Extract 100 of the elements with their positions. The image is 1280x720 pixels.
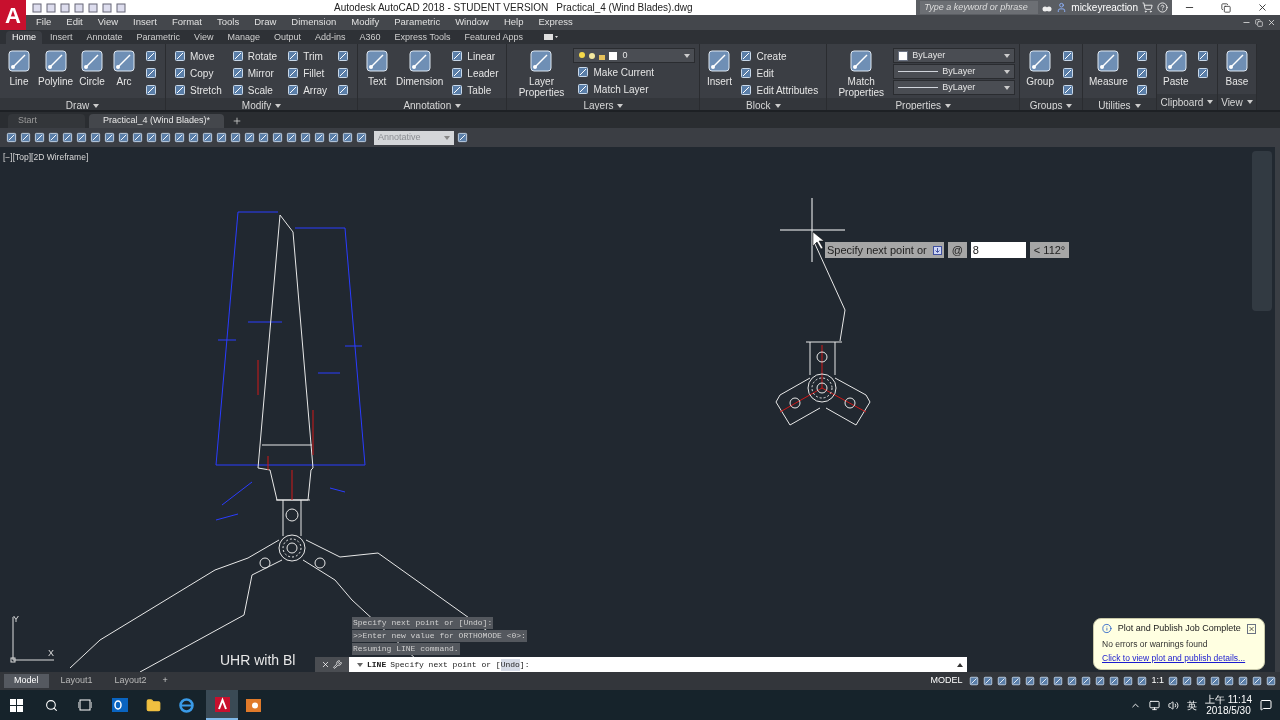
command-line-field[interactable]: LINE Specify next point or [Undo]: bbox=[349, 657, 967, 672]
ribbon-button[interactable]: Rotate bbox=[227, 48, 282, 64]
menu-item[interactable]: Dimension bbox=[291, 15, 337, 30]
quick-access-icon[interactable] bbox=[60, 2, 70, 13]
task-view-icon[interactable] bbox=[78, 699, 92, 711]
presentation-app-icon[interactable] bbox=[246, 698, 261, 712]
add-layout-button[interactable]: + bbox=[158, 674, 172, 688]
menu-item[interactable]: Insert bbox=[133, 15, 157, 30]
ribbon-button[interactable]: Linear bbox=[447, 48, 503, 64]
menu-item[interactable]: Express bbox=[538, 15, 573, 30]
ribbon-button[interactable]: Edit bbox=[736, 65, 823, 81]
ribbon-button[interactable]: Table bbox=[447, 82, 503, 98]
ribbon-button[interactable]: Match Properties bbox=[831, 48, 892, 98]
menu-item[interactable]: Draw bbox=[254, 15, 277, 30]
ribbon-button[interactable]: Leader bbox=[447, 65, 503, 81]
annotation-scale-button[interactable]: 1:1 bbox=[1151, 674, 1164, 688]
ribbon-button[interactable]: Copy bbox=[170, 65, 226, 81]
menu-item[interactable]: Modify bbox=[351, 15, 380, 30]
ribbon-tab[interactable]: Manage bbox=[221, 31, 266, 44]
drawing-canvas[interactable] bbox=[0, 147, 1280, 672]
distance-input[interactable]: 8 bbox=[970, 242, 1026, 258]
ribbon-tab[interactable]: A360 bbox=[353, 31, 387, 44]
menu-item[interactable]: Parametric bbox=[394, 15, 441, 30]
quick-access-icon[interactable] bbox=[88, 2, 98, 13]
model-space-button[interactable]: MODEL bbox=[927, 674, 966, 688]
ribbon-button[interactable]: Array bbox=[283, 82, 332, 98]
property-dropdown[interactable]: ByLayer bbox=[893, 64, 1016, 79]
panel-title[interactable]: Clipboard bbox=[1156, 94, 1217, 110]
clock-time[interactable]: 上午 11:14 bbox=[1204, 694, 1252, 705]
ribbon-button[interactable]: Match Layer bbox=[573, 81, 696, 97]
layout-tab[interactable]: Layout1 bbox=[50, 674, 103, 688]
quick-access-icon[interactable] bbox=[74, 2, 84, 13]
ribbon-button[interactable]: Paste bbox=[1160, 48, 1191, 87]
quick-access-icon[interactable] bbox=[102, 2, 112, 13]
menu-item[interactable]: File bbox=[36, 15, 52, 30]
network-icon[interactable] bbox=[1148, 699, 1160, 711]
ribbon-tab[interactable]: Insert bbox=[44, 31, 79, 44]
ribbon-button[interactable]: Line bbox=[4, 48, 34, 87]
cart-icon[interactable] bbox=[1142, 2, 1153, 13]
document-tab[interactable]: Practical_4 (Wind Blades)* bbox=[89, 114, 225, 128]
ribbon-button[interactable]: Polyline bbox=[36, 48, 76, 87]
quick-access-icon[interactable] bbox=[32, 2, 42, 13]
close-icon[interactable] bbox=[1246, 623, 1256, 634]
ribbon-button[interactable]: Trim bbox=[283, 48, 332, 64]
clock-date[interactable]: 2018/5/30 bbox=[1206, 705, 1251, 716]
new-tab-icon[interactable] bbox=[232, 116, 243, 126]
restore-icon[interactable] bbox=[1221, 2, 1231, 13]
panel-title[interactable]: View bbox=[1217, 94, 1256, 110]
ribbon-button[interactable]: Move bbox=[170, 48, 226, 64]
ribbon-tab[interactable]: Parametric bbox=[130, 31, 187, 44]
wrench-icon[interactable] bbox=[333, 660, 342, 669]
ribbon-button[interactable]: Measure bbox=[1087, 48, 1130, 87]
viewport-label[interactable]: [−][Top][2D Wireframe] bbox=[3, 151, 89, 164]
details-link[interactable]: Click to view plot and publish details... bbox=[1102, 652, 1256, 665]
ribbon-button[interactable]: Scale bbox=[227, 82, 282, 98]
ribbon-tab[interactable]: Home bbox=[6, 31, 42, 44]
document-tab[interactable]: Start bbox=[8, 114, 85, 128]
ribbon-button[interactable]: Base bbox=[1221, 48, 1252, 87]
browser-icon[interactable] bbox=[179, 697, 194, 713]
taskbar-app-button[interactable] bbox=[206, 690, 238, 720]
input-method-indicator[interactable]: 英 bbox=[1186, 697, 1197, 713]
action-center-icon[interactable] bbox=[1260, 699, 1272, 711]
ribbon-button[interactable]: Circle bbox=[77, 48, 108, 87]
ribbon-tab[interactable]: Featured Apps bbox=[458, 31, 529, 44]
menu-item[interactable]: Format bbox=[171, 15, 202, 30]
ribbon-button[interactable]: Create bbox=[736, 48, 823, 64]
ribbon-button[interactable]: Mirror bbox=[227, 65, 282, 81]
options-icon[interactable] bbox=[932, 245, 942, 255]
history-toggle-icon[interactable] bbox=[957, 662, 963, 667]
menu-item[interactable]: Window bbox=[455, 15, 489, 30]
property-dropdown[interactable]: ByLayer bbox=[893, 48, 1016, 63]
menu-item[interactable]: Help bbox=[503, 15, 524, 30]
ribbon-button[interactable]: Edit Attributes bbox=[736, 82, 823, 98]
property-dropdown[interactable]: ByLayer bbox=[893, 80, 1016, 95]
help-icon[interactable] bbox=[1157, 2, 1168, 13]
ribbon-button[interactable]: Text bbox=[362, 48, 393, 87]
ribbon-button[interactable]: Make Current bbox=[573, 64, 696, 80]
menu-item[interactable]: View bbox=[97, 15, 119, 30]
ribbon-tab[interactable]: Output bbox=[267, 31, 307, 44]
ribbon-button[interactable]: Stretch bbox=[170, 82, 226, 98]
ribbon-tab[interactable]: Add-ins bbox=[309, 31, 352, 44]
restore-icon[interactable] bbox=[1255, 18, 1263, 27]
close-icon[interactable] bbox=[1257, 2, 1268, 13]
ribbon-button[interactable]: Insert bbox=[704, 48, 735, 87]
quick-access-icon[interactable] bbox=[46, 2, 56, 13]
search-icon[interactable] bbox=[45, 698, 58, 712]
mail-app-icon[interactable] bbox=[112, 698, 128, 712]
ribbon-button[interactable]: Arc bbox=[109, 48, 140, 87]
windows-logo-icon[interactable] bbox=[10, 698, 23, 712]
ribbon-button[interactable]: Fillet bbox=[283, 65, 332, 81]
ribbon-button[interactable]: Dimension bbox=[394, 48, 446, 87]
ribbon-button[interactable]: Layer Properties bbox=[511, 48, 572, 98]
quick-access-icon[interactable] bbox=[116, 2, 126, 13]
ribbon-tab[interactable]: Annotate bbox=[80, 31, 129, 44]
ribbon-tab[interactable]: Express Tools bbox=[388, 31, 457, 44]
ribbon-button[interactable]: Group bbox=[1024, 48, 1056, 87]
layout-tab[interactable]: Layout2 bbox=[104, 674, 157, 688]
property-dropdown[interactable]: 0 bbox=[573, 48, 696, 63]
menu-item[interactable]: Tools bbox=[216, 15, 240, 30]
search-field[interactable]: Type a keyword or phrase bbox=[920, 1, 1039, 14]
